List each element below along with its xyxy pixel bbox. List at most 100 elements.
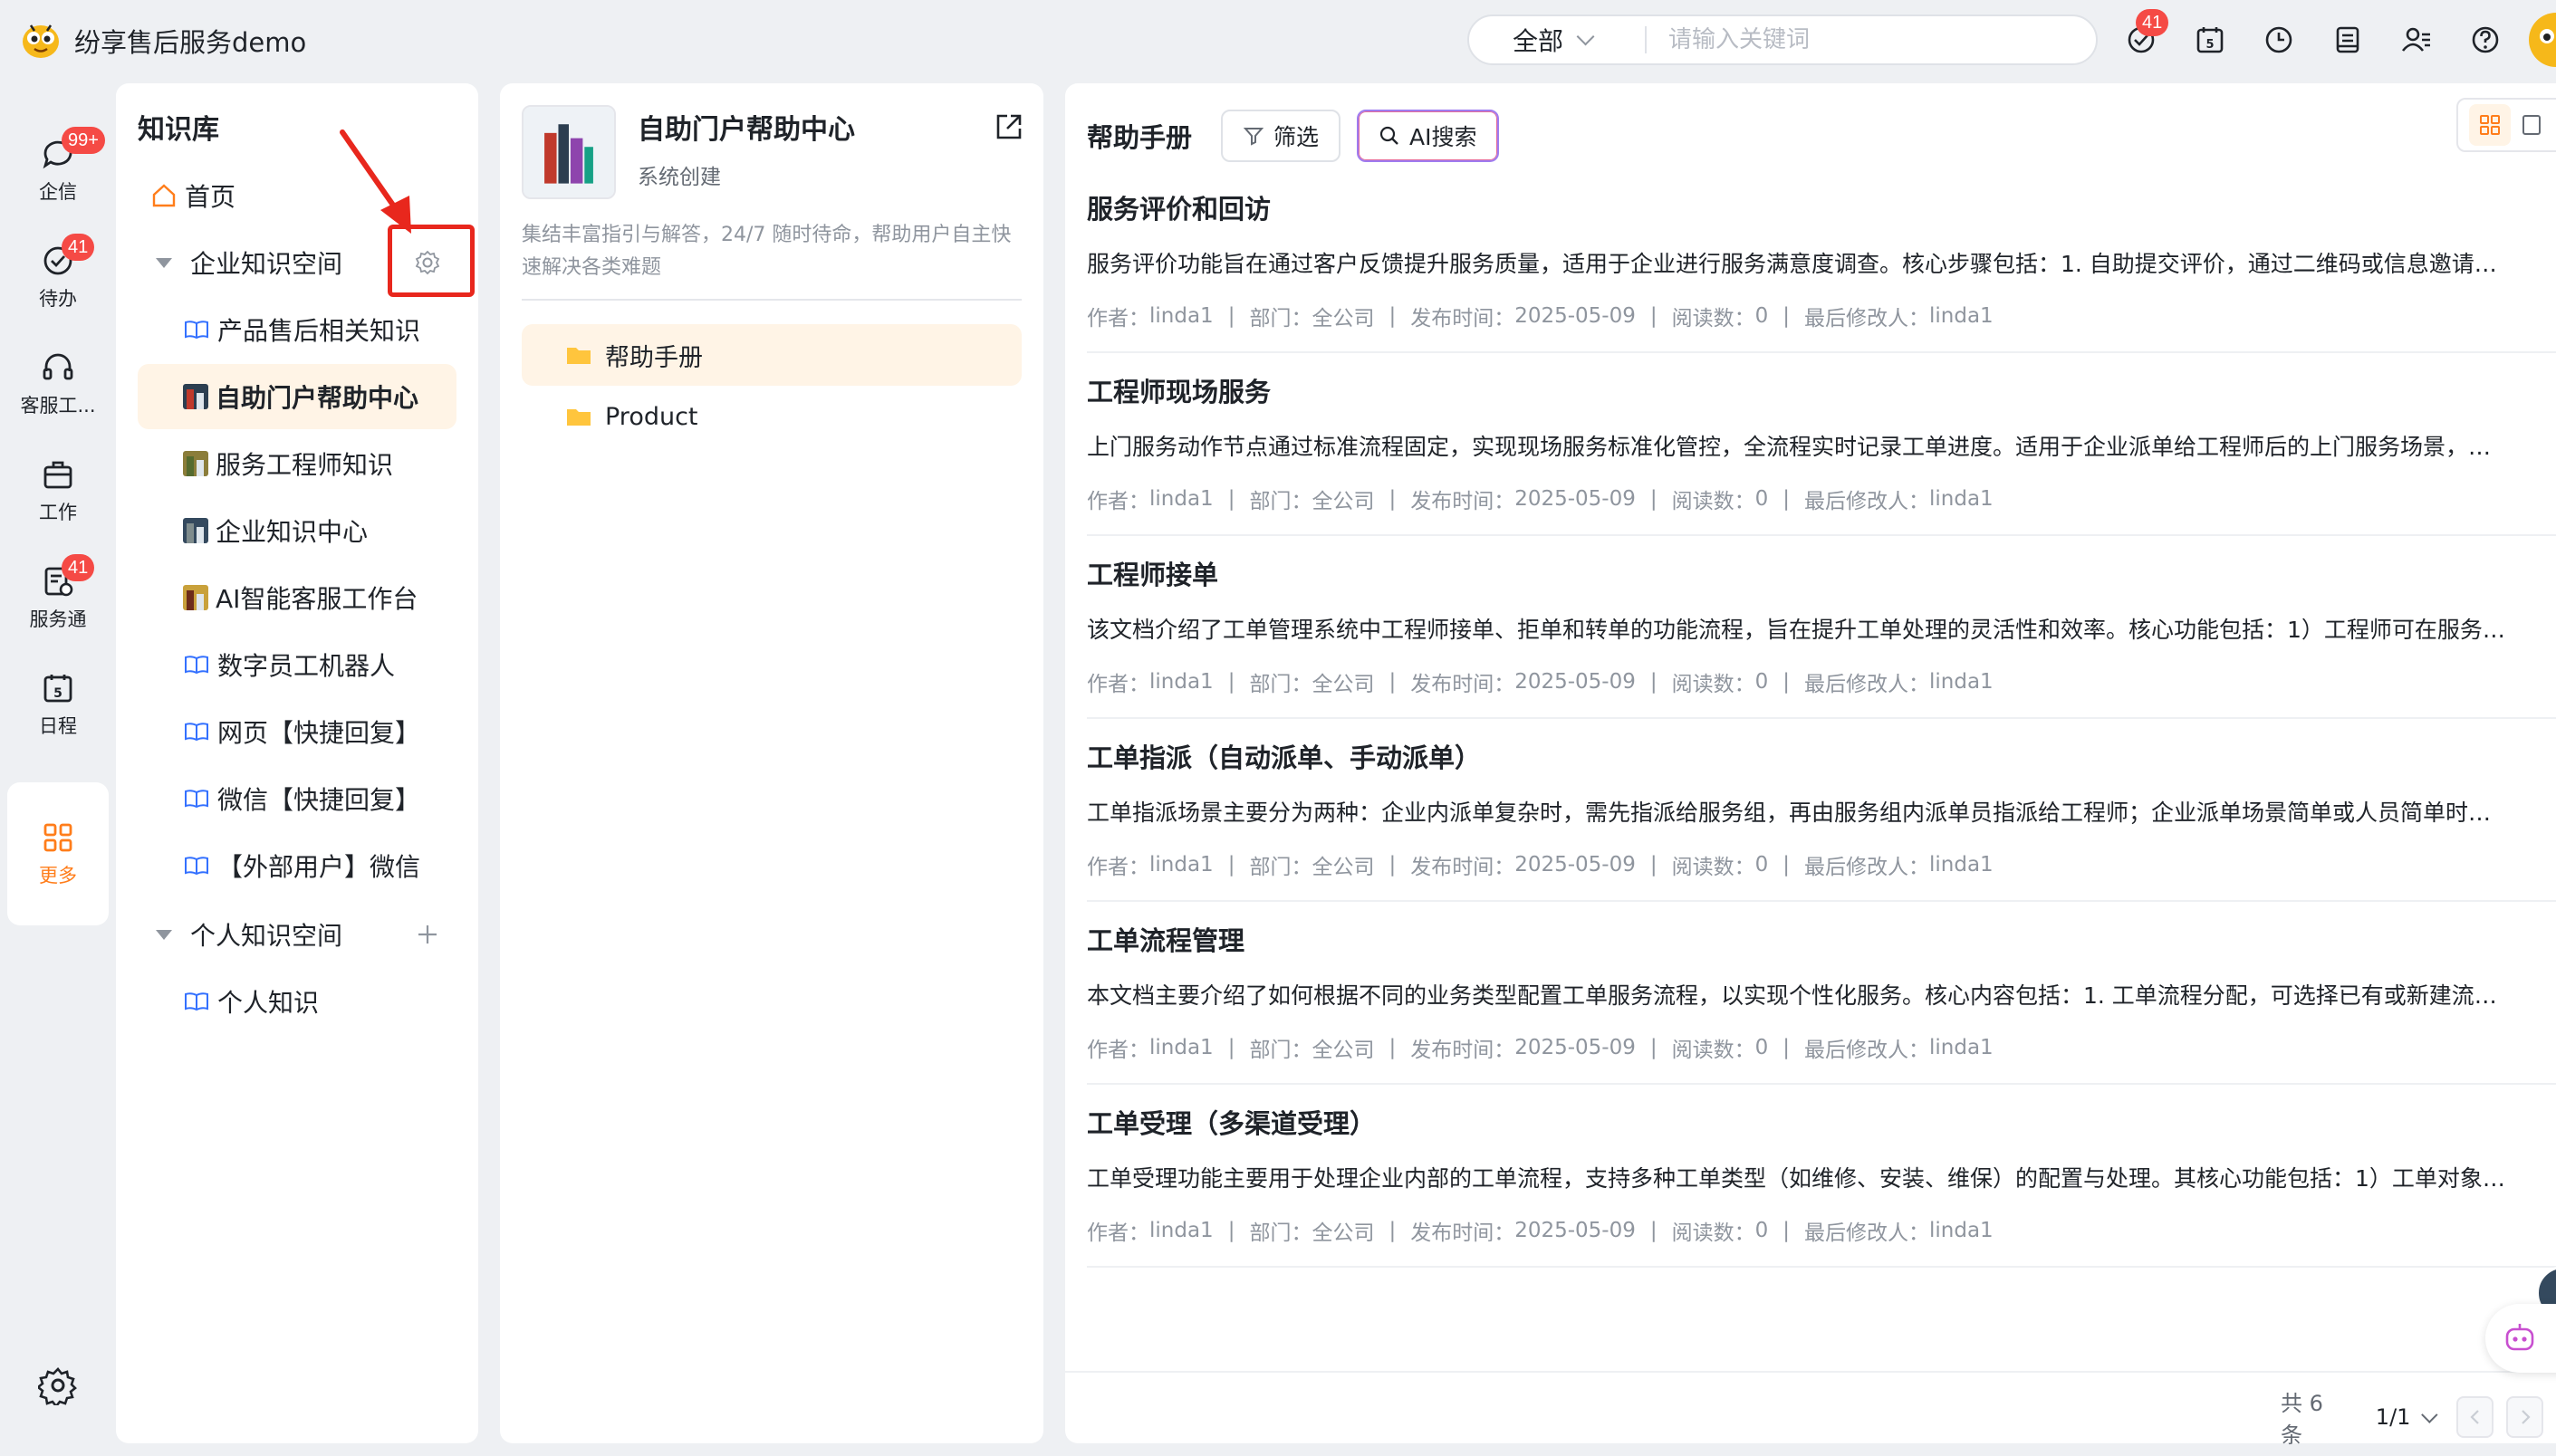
tree-item-space[interactable]: 微信【快捷回复】 xyxy=(138,766,456,831)
rail-item-work[interactable]: 工作 xyxy=(7,444,109,538)
document-list-item[interactable]: 工单受理（多渠道受理） 工单受理功能主要用于处理企业内部的工单流程，支持多种工单类… xyxy=(1087,1085,2556,1268)
filter-button[interactable]: 筛选 xyxy=(1221,110,1341,162)
ai-search-button[interactable]: AI搜索 xyxy=(1357,110,1499,162)
grid-view-icon xyxy=(2480,115,2500,135)
meta-author: linda1 xyxy=(1149,853,1214,876)
meta-dept: 全公司 xyxy=(1312,1039,1375,1062)
next-page-button[interactable] xyxy=(2506,1396,2544,1438)
rail-item-label: 更多 xyxy=(39,865,77,886)
meta-reads-label: 阅读数： xyxy=(1671,1221,1755,1245)
meta-separator: | xyxy=(1782,304,1790,328)
rail-item-service-pass[interactable]: 服务通 41 xyxy=(7,551,109,645)
document-meta: 作者： linda1 | 部门： 全公司 | 发布时间： 2025-05-09 | 阅读数： 0 | 最… xyxy=(1087,1032,1994,1063)
meta-author: linda1 xyxy=(1149,670,1214,694)
meta-published-label: 发布时间： xyxy=(1410,1039,1515,1062)
rail-item-label: 待办 xyxy=(39,288,77,310)
document-title[interactable]: 服务评价和回访 xyxy=(1087,188,1271,226)
robot-icon xyxy=(2505,1324,2534,1351)
list-view-button[interactable] xyxy=(2511,104,2552,146)
document-title[interactable]: 工单受理（多渠道受理） xyxy=(1087,1103,1376,1141)
rail-item-service-desk[interactable]: 客服工... xyxy=(7,337,109,431)
chevron-down-icon xyxy=(1576,27,1595,46)
clock-icon[interactable] xyxy=(2259,20,2299,60)
help-icon[interactable] xyxy=(2465,20,2505,60)
page-select-label: 1/1 xyxy=(2375,1404,2411,1430)
document-summary: 工单指派场景主要分为两种：企业内派单复杂时，需先指派给服务组，再由服务组内派单员… xyxy=(1087,800,2492,826)
meta-separator: | xyxy=(1649,1036,1658,1059)
tree-item-label: 【外部用户】微信 xyxy=(217,852,421,882)
qixin-badge: 99+ xyxy=(62,127,105,154)
external-link-icon[interactable] xyxy=(993,110,1025,143)
rail-item-todo[interactable]: 待办 41 xyxy=(7,230,109,324)
tree-item-label: AI智能客服工作台 xyxy=(216,584,418,614)
document-title[interactable]: 工单指派（自动派单、手动派单） xyxy=(1087,737,1481,775)
chevron-left-icon xyxy=(2470,1410,2479,1424)
folder-item-help-manual[interactable]: 帮助手册 xyxy=(522,324,1022,386)
meta-author: linda1 xyxy=(1149,1036,1214,1059)
global-search[interactable]: 全部 xyxy=(1467,14,2098,65)
meta-dept-label: 部门： xyxy=(1249,307,1312,330)
tree-item-space[interactable]: 服务工程师知识 xyxy=(138,431,456,496)
calendar-icon[interactable]: 5 xyxy=(2190,20,2230,60)
book-icon xyxy=(185,723,208,742)
document-title[interactable]: 工程师接单 xyxy=(1087,554,1218,592)
tree-item-space[interactable]: 企业知识中心 xyxy=(138,498,456,563)
document-title[interactable]: 工单流程管理 xyxy=(1087,920,1244,958)
meta-separator: | xyxy=(1389,304,1397,328)
document-list-item[interactable]: 工程师接单 该文档介绍了工单管理系统中工程师接单、拒单和转单的功能流程，旨在提升工… xyxy=(1087,536,2556,719)
meta-modifier-label: 最后修改人： xyxy=(1804,490,1929,513)
headset-icon xyxy=(43,353,73,380)
meta-published: 2025-05-09 xyxy=(1514,853,1636,876)
book-icon xyxy=(185,992,208,1011)
meta-published-label: 发布时间： xyxy=(1410,490,1515,513)
tree-item-label: 微信【快捷回复】 xyxy=(217,785,421,815)
rail-item-schedule[interactable]: 5 日程 xyxy=(7,657,109,752)
tree-group-label: 个人知识空间 xyxy=(190,921,343,951)
meta-separator: | xyxy=(1649,304,1658,328)
document-meta: 作者： linda1 | 部门： 全公司 | 发布时间： 2025-05-09 | 阅读数： 0 | 最… xyxy=(1087,301,1994,331)
search-input[interactable] xyxy=(1668,26,2049,53)
contacts-icon[interactable] xyxy=(2397,20,2436,60)
tree-group-personal[interactable]: 个人知识空间 xyxy=(138,902,456,967)
tree-item-space[interactable]: 【外部用户】微信 xyxy=(138,833,456,898)
document-list-item[interactable]: 工单流程管理 本文档主要介绍了如何根据不同的业务类型配置工单服务流程，以实现个性化… xyxy=(1087,902,2556,1085)
search-scope-select[interactable]: 全部 xyxy=(1469,22,1623,58)
book-icon xyxy=(185,790,208,809)
user-avatar[interactable] xyxy=(2527,11,2556,69)
document-list-item[interactable]: 服务评价和回访 服务评价功能旨在通过客户反馈提升服务质量，适用于企业进行服务满意度… xyxy=(1087,170,2556,353)
rail-item-qixin[interactable]: 企信 99+ xyxy=(7,123,109,217)
tree-item-space[interactable]: 网页【快捷回复】 xyxy=(138,699,456,764)
document-list-item[interactable]: 工单指派（自动派单、手动派单） 工单指派场景主要分为两种：企业内派单复杂时，需先指… xyxy=(1087,719,2556,902)
rail-item-label: 客服工... xyxy=(20,395,96,417)
grid-view-button[interactable] xyxy=(2469,104,2511,146)
document-list-panel: 帮助手册 筛选 AI搜索 服务评价和回访 服务评价功能旨在通过客户反馈提升服务质量… xyxy=(1065,83,2556,1443)
prev-page-button[interactable] xyxy=(2456,1396,2494,1438)
book-icon xyxy=(185,656,208,675)
document-title[interactable]: 工程师现场服务 xyxy=(1087,371,1271,409)
folder-icon xyxy=(567,348,591,364)
meta-separator: | xyxy=(1782,1036,1790,1059)
meta-published: 2025-05-09 xyxy=(1514,670,1636,694)
tree-item-space[interactable]: AI智能客服工作台 xyxy=(138,565,456,630)
ai-assistant-button[interactable] xyxy=(2485,1304,2556,1373)
rail-item-label: 服务通 xyxy=(29,608,87,630)
todo-check-icon[interactable]: 41 xyxy=(2121,9,2169,60)
meta-separator: | xyxy=(1227,1219,1235,1242)
meta-dept: 全公司 xyxy=(1312,1221,1375,1245)
document-list-item[interactable]: 工程师现场服务 上门服务动作节点通过标准流程固定，实现现场服务标准化管控，全流程实… xyxy=(1087,353,2556,536)
meta-published-label: 发布时间： xyxy=(1410,673,1515,696)
todo-badge: 41 xyxy=(62,234,95,261)
report-icon[interactable] xyxy=(2328,20,2368,60)
meta-author-label: 作者： xyxy=(1087,856,1149,879)
rail-item-more[interactable]: 更多 xyxy=(7,782,109,925)
tree-item-space[interactable]: 产品售后相关知识 xyxy=(138,297,456,362)
settings-gear-icon[interactable] xyxy=(38,1365,78,1405)
tree-item-space[interactable]: 数字员工机器人 xyxy=(138,632,456,697)
document-meta: 作者： linda1 | 部门： 全公司 | 发布时间： 2025-05-09 | 阅读数： 0 | 最… xyxy=(1087,849,1994,880)
plus-icon[interactable] xyxy=(413,920,442,949)
folder-item-product[interactable]: Product xyxy=(522,386,1022,447)
document-summary: 工单受理功能主要用于处理企业内部的工单流程，支持多种工单类型（如维修、安装、维保… xyxy=(1087,1165,2505,1192)
tree-item-space[interactable]: 自助门户帮助中心 xyxy=(138,364,456,429)
tree-item-personal[interactable]: 个人知识 xyxy=(138,969,456,1034)
page-select[interactable]: 1/1 xyxy=(2375,1404,2438,1430)
